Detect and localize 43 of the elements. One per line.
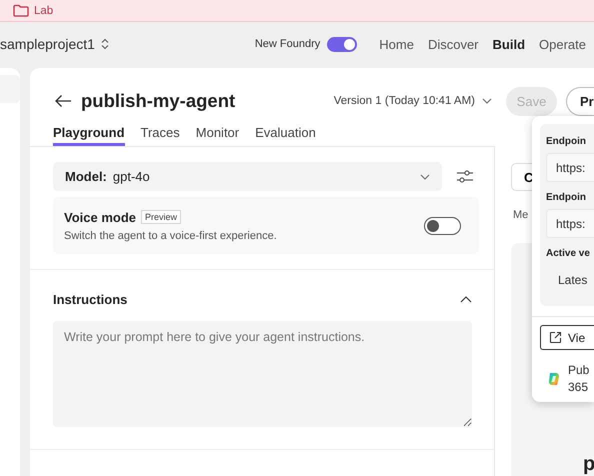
version-selector[interactable]: Version 1 (Today 10:41 AM) xyxy=(334,95,475,107)
tab[interactable]: Playground xyxy=(53,125,125,146)
colorful-logo-icon xyxy=(546,371,562,387)
panel-tab[interactable]: Me xyxy=(513,209,528,221)
publish-option[interactable]: Pub 365 xyxy=(540,362,594,396)
voice-mode-toggle[interactable] xyxy=(424,216,461,234)
up-down-chevron-icon[interactable] xyxy=(100,38,110,50)
chevron-down-icon[interactable] xyxy=(482,98,492,104)
settings-icon[interactable] xyxy=(456,169,473,184)
new-foundry-toggle[interactable] xyxy=(327,36,358,52)
publish-button[interactable]: Pr xyxy=(566,86,594,116)
toggle-label: New Foundry xyxy=(254,38,320,50)
section-title: Instructions xyxy=(53,292,128,307)
field-value: Lates xyxy=(557,272,588,288)
breadcrumb-link[interactable]: Lab xyxy=(34,4,54,16)
folder-icon xyxy=(13,4,29,17)
model-label: Model: xyxy=(65,169,107,184)
nav-link[interactable]: Operate xyxy=(539,36,586,52)
external-link-icon xyxy=(549,331,562,344)
view-button[interactable]: Vie xyxy=(540,325,594,350)
nav-link[interactable]: Build xyxy=(492,36,526,52)
project-name: sampleproject1 xyxy=(0,36,95,52)
endpoint-field[interactable]: https: xyxy=(546,153,594,182)
chevron-down-icon[interactable] xyxy=(420,174,430,180)
instructions-field[interactable]: Write your prompt here to give your agent instructions. xyxy=(53,321,472,427)
tab[interactable]: Monitor xyxy=(196,125,240,146)
agent-title: publish-my-agent xyxy=(81,90,236,112)
chevron-up-icon[interactable] xyxy=(460,296,472,303)
preview-badge: Preview xyxy=(141,210,182,224)
model-value: gpt-4o xyxy=(112,169,150,184)
field-label: Active ve xyxy=(546,248,591,259)
voice-mode-title: Voice mode xyxy=(64,210,136,224)
publish-option-label: Pub 365 xyxy=(568,362,590,396)
back-arrow-icon[interactable] xyxy=(54,94,72,108)
field-label: Endpoin xyxy=(546,136,587,147)
tab[interactable]: Evaluation xyxy=(255,125,316,146)
model-dropdown[interactable]: Model: gpt-4o xyxy=(53,162,442,191)
endpoint-field[interactable]: https: xyxy=(546,209,594,238)
tab[interactable]: Traces xyxy=(140,125,180,146)
field-label: Endpoin xyxy=(546,192,587,203)
nav-link[interactable]: Discover xyxy=(428,36,479,52)
voice-mode-description: Switch the agent to a voice-first experience. xyxy=(64,230,277,242)
nav-link[interactable]: Home xyxy=(379,36,414,52)
